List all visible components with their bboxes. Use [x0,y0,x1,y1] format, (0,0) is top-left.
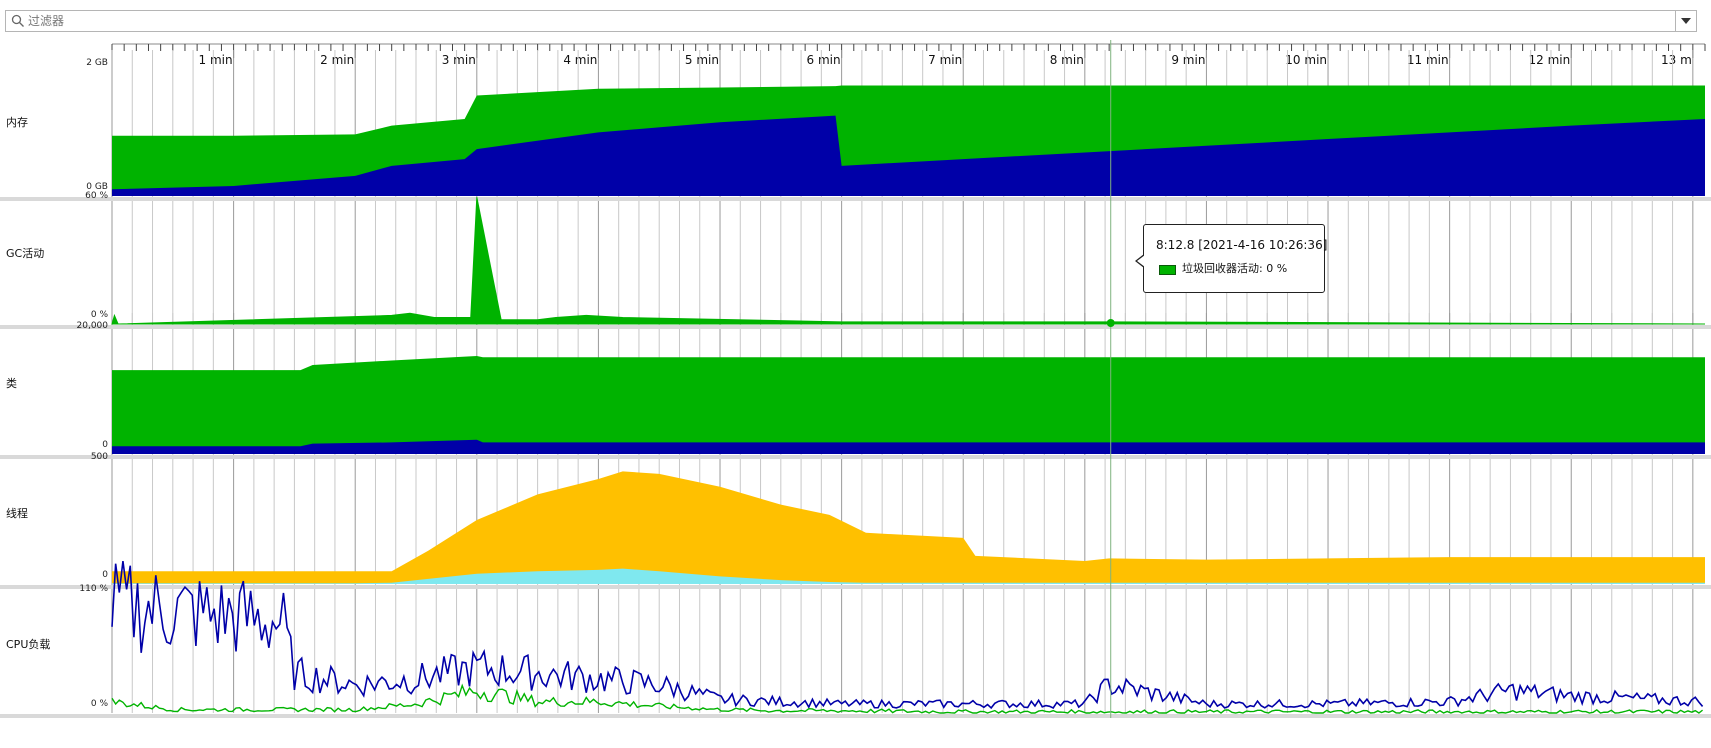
panel-label-gc: GC活动 [6,246,45,260]
time-label: 8 min [1050,53,1084,67]
time-label: 1 min [199,53,233,67]
panel-label-cpu: CPU负载 [6,637,51,651]
telemetry-timeline[interactable]: 1 min 2 min 3 min 4 min 5 min 6 min 7 min 8 min… [0,0,1711,748]
time-label: 6 min [807,53,841,67]
panel-max-cpu: 110 % [79,584,108,594]
panel-separator [0,714,1711,718]
panel-max-classes: 20,000 [76,321,109,331]
panel-max-memory: 2 GB [86,58,108,68]
time-label: 3 min [442,53,476,67]
panel-label-threads: 线程 [6,507,28,520]
cursor-point [1106,319,1115,327]
panel-label-memory: 内存 [6,116,28,129]
panel-separator [0,197,1711,201]
panel-label-classes: 类 [6,376,17,390]
panel-min-gc: 0 % [90,310,108,320]
tooltip-series: 垃圾回收器活动: 0 % [1182,260,1287,276]
time-label: 9 min [1171,53,1205,67]
time-label: 12 min [1529,53,1571,67]
panel-min-threads: 0 [102,570,108,580]
tooltip-series-label: 垃圾回收器活动: [1182,262,1263,275]
panel-separator [0,455,1711,459]
classes-loaded-area [112,355,1705,454]
panel-min-cpu: 0 % [90,699,108,709]
time-label: 7 min [928,53,962,67]
tooltip-legend-swatch [1159,265,1176,275]
time-label: 5 min [685,53,719,67]
panel-max-gc: 60 % [85,191,108,201]
panel-max-threads: 500 [90,452,108,462]
gc-tooltip: 8:12.8 [2021-4-16 10:26:36] 垃圾回收器活动: 0 % [1135,224,1328,293]
grid-cpu [111,576,1694,713]
panel-separator [0,585,1711,589]
time-label: 10 min [1285,53,1327,67]
tooltip-time: 8:12.8 [2021-4-16 10:26:36] [1156,238,1328,252]
threads-total-area [112,471,1705,584]
panel-separator [0,325,1711,329]
time-label: 13 m [1661,53,1692,67]
tooltip-value: 0 % [1266,262,1288,275]
grid-gc [111,183,1694,324]
time-label: 2 min [320,53,354,67]
panel-min-classes: 0 [102,440,108,450]
gc-activity-line [111,197,1706,325]
time-label: 4 min [563,53,597,67]
time-label: 11 min [1407,53,1449,67]
